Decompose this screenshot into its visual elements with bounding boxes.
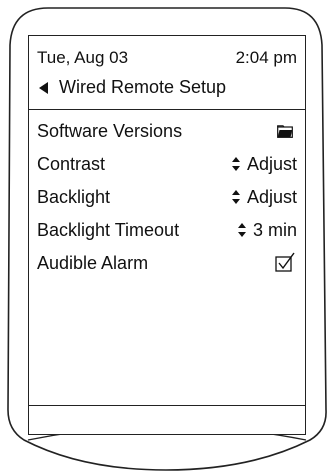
menu-item-backlight-timeout[interactable]: Backlight Timeout 3 min: [29, 214, 305, 248]
screen-header: Tue, Aug 03 2:04 pm Wired Remote Setup: [29, 36, 305, 110]
stepper-icon: [237, 223, 246, 238]
screen-footer-divider: [29, 405, 305, 406]
menu-item-label: Backlight Timeout: [37, 220, 180, 240]
menu-item-label: Software Versions: [37, 121, 183, 141]
stepper-icon: [231, 157, 240, 172]
backlight-timeout-value-text: 3 min: [252, 220, 297, 240]
backlight-value[interactable]: Adjust: [231, 187, 297, 208]
menu-item-label: Backlight: [37, 187, 111, 207]
folder-icon: [277, 125, 293, 138]
time-display: 2:04 pm: [235, 48, 297, 67]
backlight-timeout-value[interactable]: 3 min: [237, 220, 297, 241]
date-display: Tue, Aug 03: [37, 48, 129, 67]
page-title: Wired Remote Setup: [59, 77, 227, 97]
contrast-value[interactable]: Adjust: [231, 154, 297, 175]
menu-item-audible-alarm[interactable]: Audible Alarm: [29, 247, 305, 281]
checkbox-icon[interactable]: [275, 252, 295, 272]
menu-item-label: Contrast: [37, 154, 106, 174]
menu-item-software-versions[interactable]: Software Versions: [29, 115, 305, 149]
menu-item-backlight[interactable]: Backlight Adjust: [29, 181, 305, 215]
device-screen: Tue, Aug 03 2:04 pm Wired Remote Setup S…: [28, 35, 306, 435]
stepper-icon: [231, 190, 240, 205]
back-arrow-icon[interactable]: [39, 82, 48, 94]
contrast-value-text: Adjust: [246, 154, 297, 174]
menu-item-label: Audible Alarm: [37, 253, 149, 273]
menu-item-contrast[interactable]: Contrast Adjust: [29, 148, 305, 182]
backlight-value-text: Adjust: [246, 187, 297, 207]
